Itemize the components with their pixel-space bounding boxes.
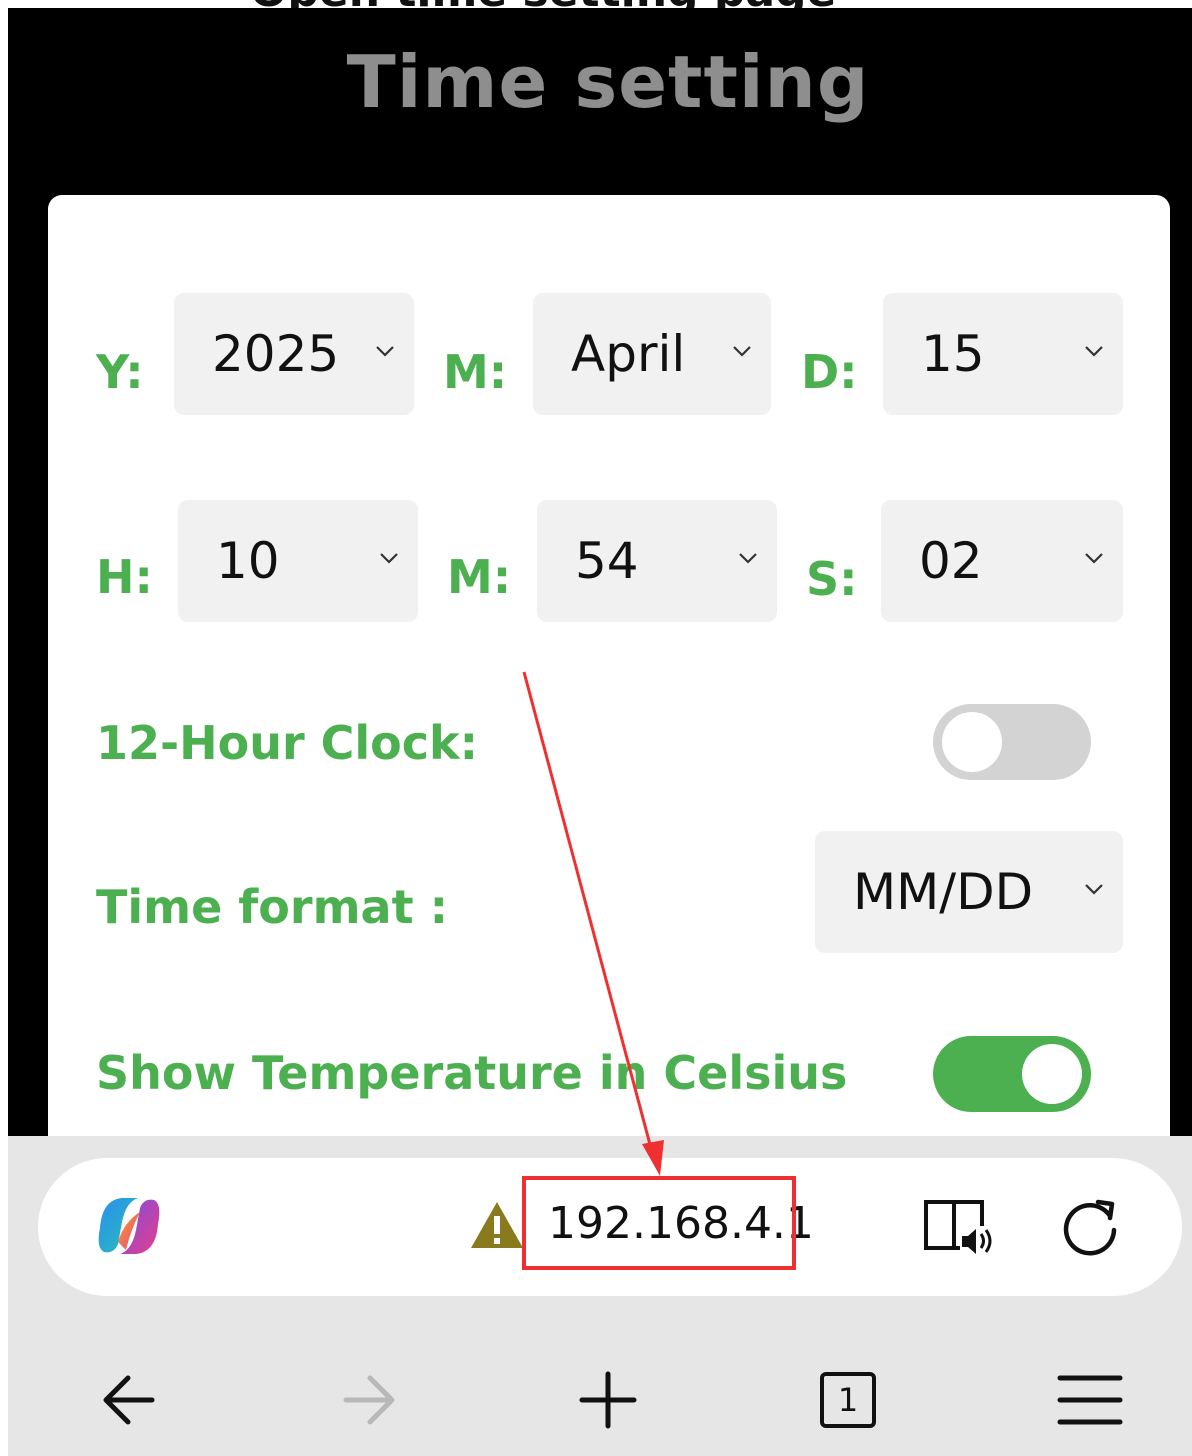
month-value: April xyxy=(571,325,686,383)
minute-label: M: xyxy=(447,550,512,604)
tab-count: 1 xyxy=(837,1381,859,1419)
minute-value: 54 xyxy=(575,532,639,590)
year-label: Y: xyxy=(96,345,144,399)
chevron-down-icon xyxy=(733,346,751,357)
warning-icon[interactable] xyxy=(469,1200,525,1250)
month-label: M: xyxy=(443,345,508,399)
read-aloud-icon[interactable] xyxy=(920,1196,998,1260)
hour-value: 10 xyxy=(216,532,280,590)
chevron-down-icon xyxy=(1085,884,1103,895)
forward-icon[interactable] xyxy=(338,1372,398,1428)
new-tab-icon[interactable] xyxy=(578,1370,638,1430)
day-value: 15 xyxy=(921,325,985,383)
clock12-label: 12-Hour Clock: xyxy=(96,716,479,770)
page-title: Time setting xyxy=(346,40,870,124)
year-select[interactable]: 2025 xyxy=(174,293,414,415)
toggle-knob xyxy=(1022,1044,1082,1104)
second-value: 02 xyxy=(919,532,983,590)
chevron-down-icon xyxy=(380,553,398,564)
minute-select[interactable]: 54 xyxy=(537,500,777,622)
clock12-toggle[interactable] xyxy=(933,704,1091,780)
time-format-value: MM/DD xyxy=(853,863,1034,921)
celsius-label: Show Temperature in Celsius xyxy=(96,1046,848,1100)
menu-icon[interactable] xyxy=(1056,1372,1124,1428)
back-icon[interactable] xyxy=(100,1372,160,1428)
day-select[interactable]: 15 xyxy=(883,293,1123,415)
tabs-icon[interactable]: 1 xyxy=(820,1372,876,1428)
time-format-label: Time format : xyxy=(96,880,448,934)
second-select[interactable]: 02 xyxy=(881,500,1123,622)
chevron-down-icon xyxy=(739,553,757,564)
url-highlight-box xyxy=(522,1176,796,1270)
year-value: 2025 xyxy=(212,325,340,383)
top-caption-text: Open time setting page xyxy=(250,0,836,8)
chevron-down-icon xyxy=(1085,346,1103,357)
hour-select[interactable]: 10 xyxy=(178,500,418,622)
reload-icon[interactable] xyxy=(1058,1196,1122,1260)
month-select[interactable]: April xyxy=(533,293,771,415)
chevron-down-icon xyxy=(1085,553,1103,564)
hour-label: H: xyxy=(96,550,153,604)
toggle-knob xyxy=(942,712,1002,772)
day-label: D: xyxy=(801,345,858,399)
time-format-select[interactable]: MM/DD xyxy=(815,831,1123,953)
chevron-down-icon xyxy=(376,346,394,357)
top-caption-strip: Open time setting page xyxy=(0,0,1192,8)
celsius-toggle[interactable] xyxy=(933,1036,1091,1112)
second-label: S: xyxy=(806,552,858,606)
copilot-icon[interactable] xyxy=(92,1192,166,1260)
